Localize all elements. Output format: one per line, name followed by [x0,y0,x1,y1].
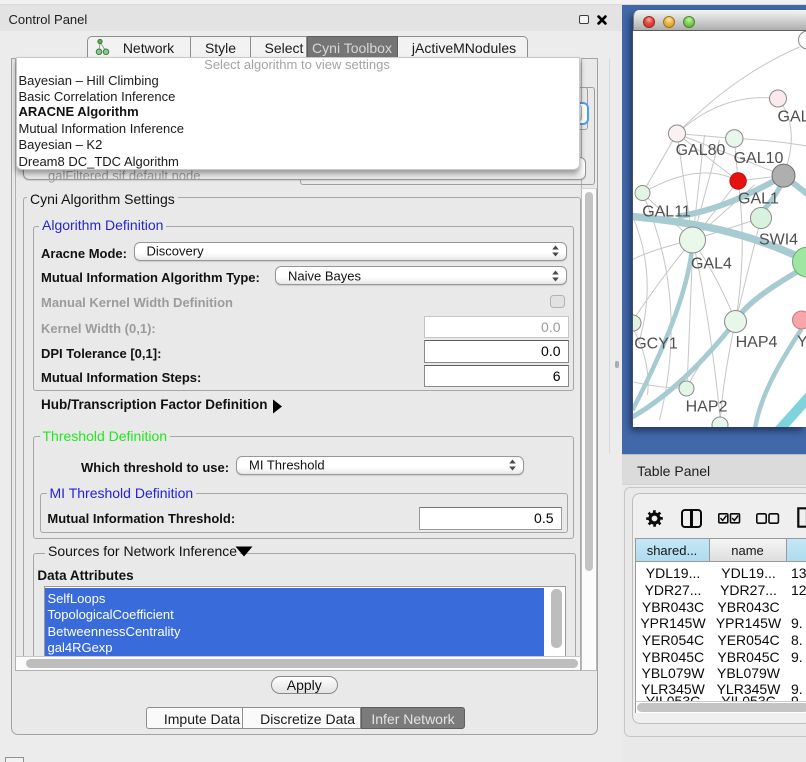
svg-text:GAL10: GAL10 [734,150,784,167]
svg-text:GAL80: GAL80 [676,142,726,159]
svg-text:GAL11: GAL11 [642,204,691,221]
svg-text:GCY1: GCY1 [634,336,678,353]
svg-text:HAP2: HAP2 [686,399,728,416]
svg-text:GAL1: GAL1 [738,191,779,208]
svg-text:GAL4: GAL4 [691,256,732,273]
svg-text:HAP4: HAP4 [736,334,778,351]
svg-text:GAL: GAL [778,109,806,126]
svg-text:Y: Y [797,334,806,351]
svg-text:SWI4: SWI4 [759,232,798,249]
